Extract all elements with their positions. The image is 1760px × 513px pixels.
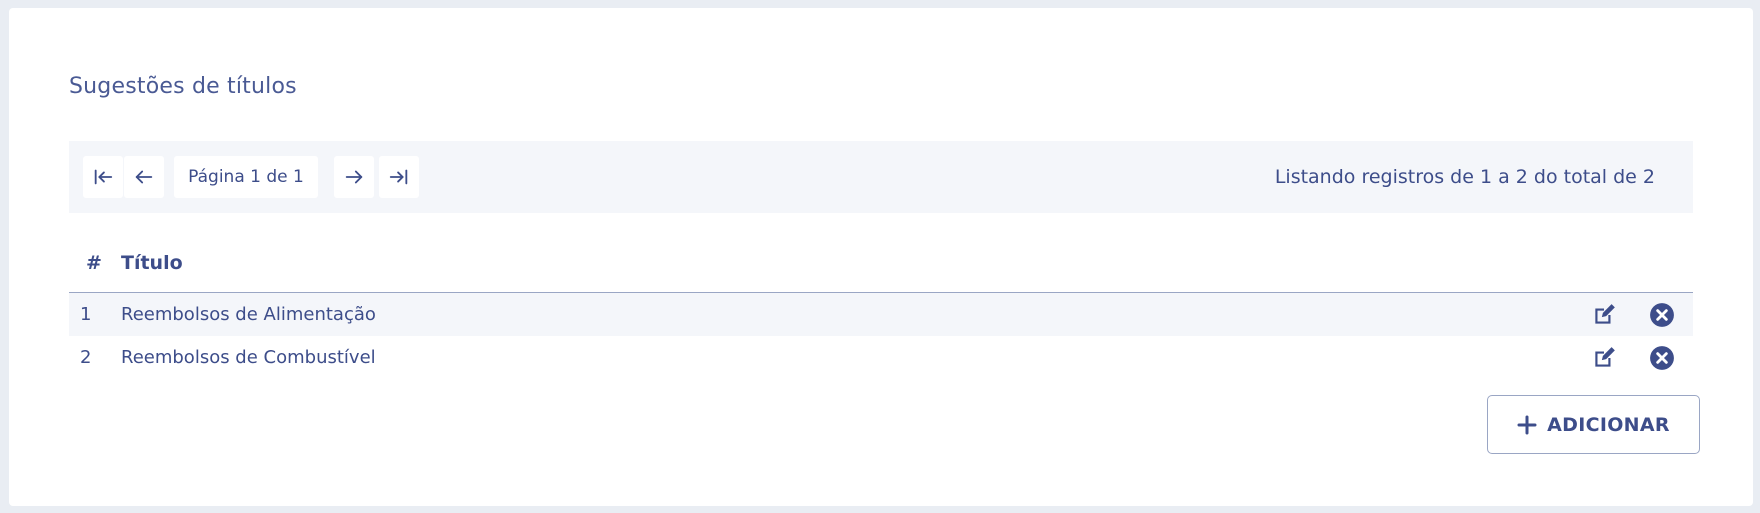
row-title: Reembolsos de Combustível [121, 347, 376, 368]
plus-icon [1517, 415, 1537, 434]
column-header-title: Título [121, 252, 183, 274]
titles-table: # Título 1 Reembolsos de Alimentação 2 R [69, 234, 1693, 379]
column-header-number: # [86, 252, 102, 274]
row-number: 1 [80, 304, 92, 325]
last-page-button[interactable] [379, 156, 419, 198]
row-title: Reembolsos de Alimentação [121, 304, 376, 325]
records-count-text: Listando registros de 1 a 2 do total de … [1274, 166, 1655, 188]
table-header: # Título [69, 234, 1693, 293]
previous-page-button[interactable] [124, 156, 164, 198]
arrow-left-icon [135, 170, 153, 184]
delete-icon [1650, 346, 1674, 370]
add-button[interactable]: ADICIONAR [1487, 395, 1700, 454]
add-button-label: ADICIONAR [1547, 413, 1670, 436]
page-indicator: Página 1 de 1 [174, 156, 318, 198]
row-number: 2 [80, 347, 92, 368]
pagination-bar: Página 1 de 1 Listando registros de 1 a … [69, 141, 1693, 213]
edit-icon [1595, 347, 1615, 367]
first-page-button[interactable] [83, 156, 123, 198]
delete-icon [1650, 303, 1674, 327]
next-page-button[interactable] [334, 156, 374, 198]
table-row: 2 Reembolsos de Combustível [69, 336, 1693, 379]
page-title: Sugestões de títulos [69, 74, 297, 99]
titles-card: Sugestões de títulos Página 1 de 1 Lista… [9, 8, 1753, 506]
first-page-icon [94, 169, 113, 185]
last-page-icon [389, 169, 408, 185]
edit-icon [1595, 304, 1615, 324]
delete-button[interactable] [1648, 344, 1676, 372]
edit-button[interactable] [1590, 301, 1618, 329]
table-row: 1 Reembolsos de Alimentação [69, 293, 1693, 336]
delete-button[interactable] [1648, 301, 1676, 329]
edit-button[interactable] [1590, 344, 1618, 372]
arrow-right-icon [345, 170, 363, 184]
